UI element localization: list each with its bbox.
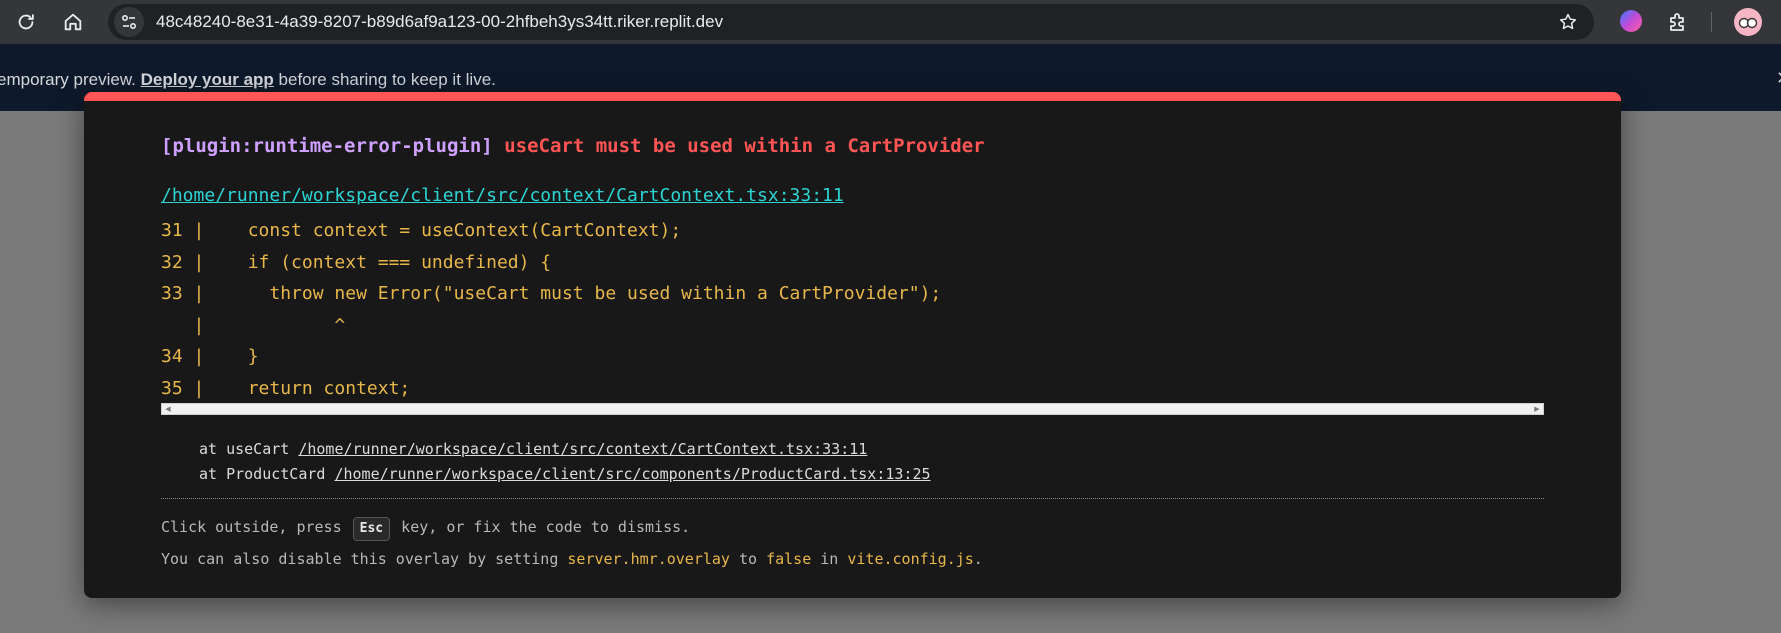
dismiss-tip: Click outside, press Esc key, or fix the… [161, 517, 690, 541]
error-title: [plugin:runtime-error-plugin] useCart mu… [161, 135, 985, 157]
error-file-link[interactable]: /home/runner/workspace/client/src/contex… [161, 185, 844, 206]
url-text[interactable]: 48c48240-8e31-4a39-8207-b89d6af9a123-00-… [156, 12, 723, 32]
close-icon[interactable]: ✕ [1776, 68, 1781, 89]
stack-frame: at useCart /home/runner/workspace/client… [199, 440, 868, 458]
scroll-left-icon[interactable]: ◀ [162, 404, 174, 414]
config-file-name: vite.config.js [847, 550, 974, 568]
site-info-icon[interactable] [114, 7, 144, 37]
deploy-app-link[interactable]: Deploy your app [141, 70, 274, 89]
error-overlay: [plugin:runtime-error-plugin] useCart mu… [84, 92, 1621, 598]
browser-toolbar: 48c48240-8e31-4a39-8207-b89d6af9a123-00-… [0, 0, 1781, 44]
code-line: 32 | if (context === undefined) { [161, 251, 552, 273]
home-icon[interactable] [62, 11, 84, 33]
divider [161, 498, 1544, 499]
setting-value: false [766, 550, 812, 568]
stack-frame-link[interactable]: /home/runner/workspace/client/src/compon… [334, 465, 930, 483]
scroll-right-icon[interactable]: ▶ [1531, 404, 1543, 414]
code-line: | ^ [161, 314, 346, 336]
plugin-name: [plugin:runtime-error-plugin] [161, 135, 493, 157]
banner-message: emporary preview. Deploy your app before… [0, 70, 496, 89]
code-frame: 31 | const context = useContext(CartCont… [161, 215, 941, 404]
extension-brain-icon[interactable] [1620, 10, 1642, 32]
stack-frame: at ProductCard /home/runner/workspace/cl… [199, 465, 931, 483]
extensions-puzzle-icon[interactable] [1666, 10, 1690, 34]
stack-trace: at useCart /home/runner/workspace/client… [199, 437, 931, 487]
bookmark-star-icon[interactable] [1558, 12, 1578, 32]
code-line: 31 | const context = useContext(CartCont… [161, 220, 682, 241]
stack-frame-link[interactable]: /home/runner/workspace/client/src/contex… [298, 440, 867, 458]
profile-avatar-icon[interactable] [1734, 8, 1762, 36]
esc-key: Esc [352, 517, 391, 541]
code-line: 33 | throw new Error("useCart must be us… [161, 283, 942, 304]
address-bar[interactable]: 48c48240-8e31-4a39-8207-b89d6af9a123-00-… [108, 4, 1594, 40]
code-line: 34 | } [161, 346, 259, 367]
reload-icon[interactable] [15, 11, 37, 33]
error-message: useCart must be used within a CartProvid… [504, 135, 985, 157]
disable-overlay-tip: You can also disable this overlay by set… [161, 550, 983, 568]
toolbar-divider [1711, 12, 1712, 32]
code-line: 35 | return context; [161, 377, 411, 399]
setting-name: server.hmr.overlay [567, 550, 730, 568]
horizontal-scrollbar[interactable]: ◀ ▶ [161, 403, 1544, 415]
